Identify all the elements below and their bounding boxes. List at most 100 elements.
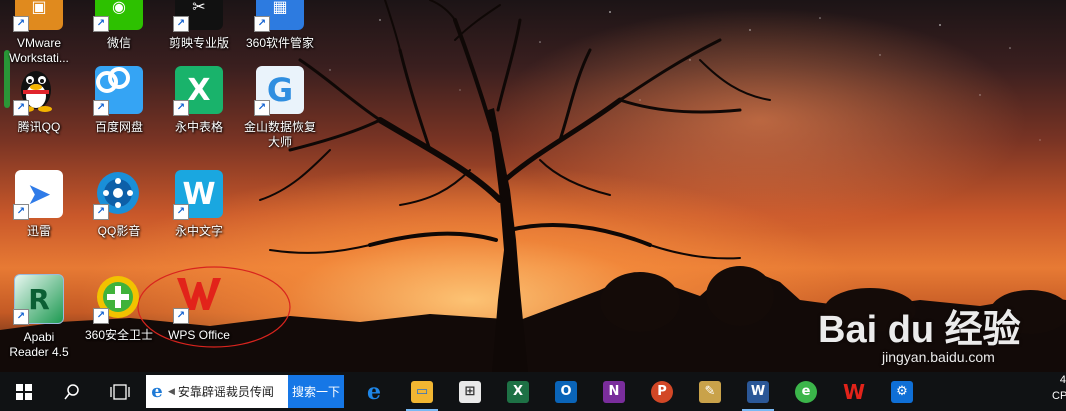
- vmware-icon: ▣ ↗: [13, 0, 63, 32]
- desktop-icon-baidu-netdisk[interactable]: ↗ 百度网盘: [80, 66, 158, 135]
- wps-icon: W: [842, 379, 866, 404]
- outlook-button[interactable]: O: [542, 372, 590, 411]
- paint-button[interactable]: ✎: [686, 372, 734, 411]
- shortcut-arrow-icon: ↗: [13, 204, 29, 220]
- tray-line-2: CPU: [1052, 390, 1066, 402]
- desktop-icon-360-software[interactable]: ▦ ↗ 360软件管家: [241, 0, 319, 51]
- ie-icon: e: [151, 381, 163, 402]
- desktop-icon-wps-office[interactable]: ↗ WPS Office: [160, 274, 238, 343]
- qq-penguin-icon: ↗: [13, 66, 63, 116]
- dropdown-arrow-icon[interactable]: ◀: [168, 386, 175, 397]
- onenote-icon: N: [603, 380, 625, 403]
- shortcut-arrow-icon: ↗: [93, 16, 109, 32]
- excel-button[interactable]: X: [494, 372, 542, 411]
- edge-button[interactable]: e: [350, 372, 398, 411]
- shortcut-arrow-icon: ↗: [93, 204, 109, 220]
- wps-office-icon: ↗: [173, 274, 223, 324]
- icon-label: VMware Workstati...: [9, 36, 69, 65]
- icon-label: QQ影音: [97, 224, 141, 238]
- gear-icon: ⚙: [891, 380, 913, 403]
- word-button[interactable]: W: [734, 372, 782, 411]
- icon-label: Apabi Reader 4.5: [9, 330, 69, 359]
- desktop-icon-jianying[interactable]: ✂ ↗ 剪映专业版: [160, 0, 238, 51]
- search-icon: [64, 383, 79, 399]
- taskbar-search-widget: e ◀: [146, 375, 288, 408]
- shortcut-arrow-icon: ↗: [13, 309, 29, 325]
- 360-security-icon: ↗: [93, 274, 143, 324]
- windows-logo-icon: [16, 383, 32, 400]
- stars: [299, 11, 1041, 141]
- desktop-wallpaper: ▣ ↗ VMware Workstati... ◉ ↗ 微信 ✂ ↗ 剪映专业版 ▦ ↗…: [0, 0, 1066, 372]
- word-icon: W: [747, 380, 769, 403]
- onenote-button[interactable]: N: [590, 372, 638, 411]
- desktop-icon-apabi[interactable]: R ↗ Apabi Reader 4.5: [0, 274, 78, 360]
- desktop-icon-qq[interactable]: ↗ 腾讯QQ: [0, 66, 78, 135]
- paint-palette-icon: ✎: [699, 380, 721, 403]
- jianying-icon: ✂ ↗: [173, 0, 223, 32]
- file-explorer-icon: ▭: [411, 380, 433, 403]
- 360-browser-icon: e: [795, 380, 817, 403]
- desktop-icon-wechat[interactable]: ◉ ↗ 微信: [80, 0, 158, 51]
- icon-label: 360软件管家: [245, 36, 315, 50]
- desktop-icon-qq-player[interactable]: ↗ QQ影音: [80, 170, 158, 239]
- excel-icon: X: [507, 380, 529, 403]
- store-icon: ⊞: [459, 380, 481, 403]
- icon-label: 腾讯QQ: [17, 120, 61, 134]
- tree-branches: [259, 0, 771, 260]
- tray-line-1: 4: [1059, 374, 1066, 386]
- shortcut-arrow-icon: ↗: [254, 100, 270, 116]
- desktop-icon-vmware[interactable]: ▣ ↗ VMware Workstati...: [0, 0, 78, 66]
- powerpoint-button[interactable]: P: [638, 372, 686, 411]
- baidu-jingyan-watermark: Bai du 经验 jingyan.baidu.com: [818, 298, 1021, 365]
- icon-label: 金山数据恢复 大师: [243, 120, 316, 149]
- shortcut-arrow-icon: ↗: [13, 100, 29, 116]
- taskbar: e ◀ 搜索一下 e ▭ ⊞ X O N P ✎ W e W ⚙ 4 CPU: [0, 372, 1066, 411]
- start-button[interactable]: [0, 372, 48, 411]
- shortcut-arrow-icon: ↗: [254, 16, 270, 32]
- file-explorer-button[interactable]: ▭: [398, 372, 446, 411]
- icon-label: 永中文字: [174, 224, 223, 238]
- yozo-sheet-icon: X ↗: [173, 66, 223, 116]
- baidu-netdisk-icon: ↗: [93, 66, 143, 116]
- edge-icon: e: [367, 378, 381, 405]
- desktop-icon-yozo-writer[interactable]: W ↗ 永中文字: [160, 170, 238, 239]
- settings-button[interactable]: ⚙: [878, 372, 926, 411]
- icon-label: 永中表格: [174, 120, 223, 134]
- icon-label: 剪映专业版: [168, 36, 229, 50]
- search-input[interactable]: [177, 384, 288, 399]
- icon-label: 百度网盘: [94, 120, 143, 134]
- apabi-reader-icon: R ↗: [13, 274, 64, 325]
- shortcut-arrow-icon: ↗: [173, 308, 189, 324]
- icon-label: WPS Office: [168, 328, 230, 342]
- store-button[interactable]: ⊞: [446, 372, 494, 411]
- desktop-icon-kingsoft-recovery[interactable]: G ↗ 金山数据恢复 大师: [241, 66, 319, 150]
- watermark-logo: Bai du 经验: [818, 309, 1021, 351]
- desktop-icon-yozo-sheet[interactable]: X ↗ 永中表格: [160, 66, 238, 135]
- task-view-button[interactable]: [96, 372, 144, 411]
- shortcut-arrow-icon: ↗: [173, 16, 189, 32]
- kingsoft-recovery-icon: G ↗: [254, 66, 304, 116]
- wps-button[interactable]: W: [830, 372, 878, 411]
- xunlei-bird-icon: ➤ ↗: [13, 170, 63, 220]
- shortcut-arrow-icon: ↗: [93, 308, 109, 324]
- qq-player-icon: ↗: [93, 170, 143, 220]
- shortcut-arrow-icon: ↗: [173, 204, 189, 220]
- powerpoint-icon: P: [651, 380, 673, 403]
- task-view-icon: [110, 383, 130, 400]
- search-submit-button[interactable]: 搜索一下: [288, 375, 344, 408]
- 360-software-manager-icon: ▦ ↗: [254, 0, 304, 32]
- icon-label: 微信: [106, 36, 131, 50]
- 360-browser-button[interactable]: e: [782, 372, 830, 411]
- outlook-icon: O: [555, 380, 577, 403]
- pinned-apps: e ▭ ⊞ X O N P ✎ W e W ⚙: [350, 372, 926, 411]
- desktop-icon-xunlei[interactable]: ➤ ↗ 迅雷: [0, 170, 78, 239]
- desktop-icon-360-security[interactable]: ↗ 360安全卫士: [80, 274, 158, 343]
- icon-label: 迅雷: [26, 224, 51, 238]
- shortcut-arrow-icon: ↗: [13, 16, 29, 32]
- search-button[interactable]: [48, 372, 96, 411]
- system-tray[interactable]: 4 CPU: [1052, 372, 1066, 411]
- shortcut-arrow-icon: ↗: [173, 100, 189, 116]
- wechat-icon: ◉ ↗: [93, 0, 143, 32]
- yozo-writer-icon: W ↗: [173, 170, 223, 220]
- icon-label: 360安全卫士: [84, 328, 154, 342]
